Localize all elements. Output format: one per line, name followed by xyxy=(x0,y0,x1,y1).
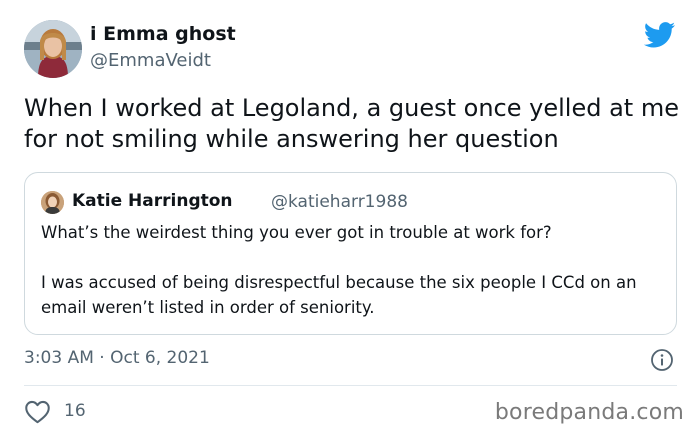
quoted-author-avatar xyxy=(41,191,64,214)
tweet-body-text: When I worked at Legoland, a guest once … xyxy=(24,94,679,153)
quoted-author-handle: @katieharr1988 xyxy=(271,192,408,212)
quoted-tweet-paragraph: I was accused of being disrespectful bec… xyxy=(41,273,637,317)
author-handle[interactable]: @EmmaVeidt xyxy=(90,50,211,71)
like-count: 16 xyxy=(64,401,86,421)
heart-icon[interactable] xyxy=(24,399,51,424)
author-display-name[interactable]: i Emma ghost xyxy=(90,23,236,45)
author-avatar[interactable] xyxy=(24,20,82,78)
quoted-author-display-name: Katie Harrington xyxy=(72,191,233,211)
tweet-header: i Emma ghost @EmmaVeidt xyxy=(24,20,676,80)
watermark: boredpanda.com xyxy=(494,400,684,425)
tweet-card: i Emma ghost @EmmaVeidt When I worked at… xyxy=(0,0,700,438)
divider xyxy=(24,385,677,386)
twitter-bird-icon[interactable] xyxy=(643,22,676,48)
quoted-tweet-text: What’s the weirdest thing you ever got i… xyxy=(41,220,666,320)
quoted-tweet-paragraph: What’s the weirdest thing you ever got i… xyxy=(41,223,552,242)
quoted-tweet[interactable]: Katie Harrington @katieharr1988 What’s t… xyxy=(24,172,677,335)
tweet-timestamp[interactable]: 3:03 AM · Oct 6, 2021 xyxy=(24,348,210,368)
info-icon[interactable] xyxy=(650,348,674,372)
